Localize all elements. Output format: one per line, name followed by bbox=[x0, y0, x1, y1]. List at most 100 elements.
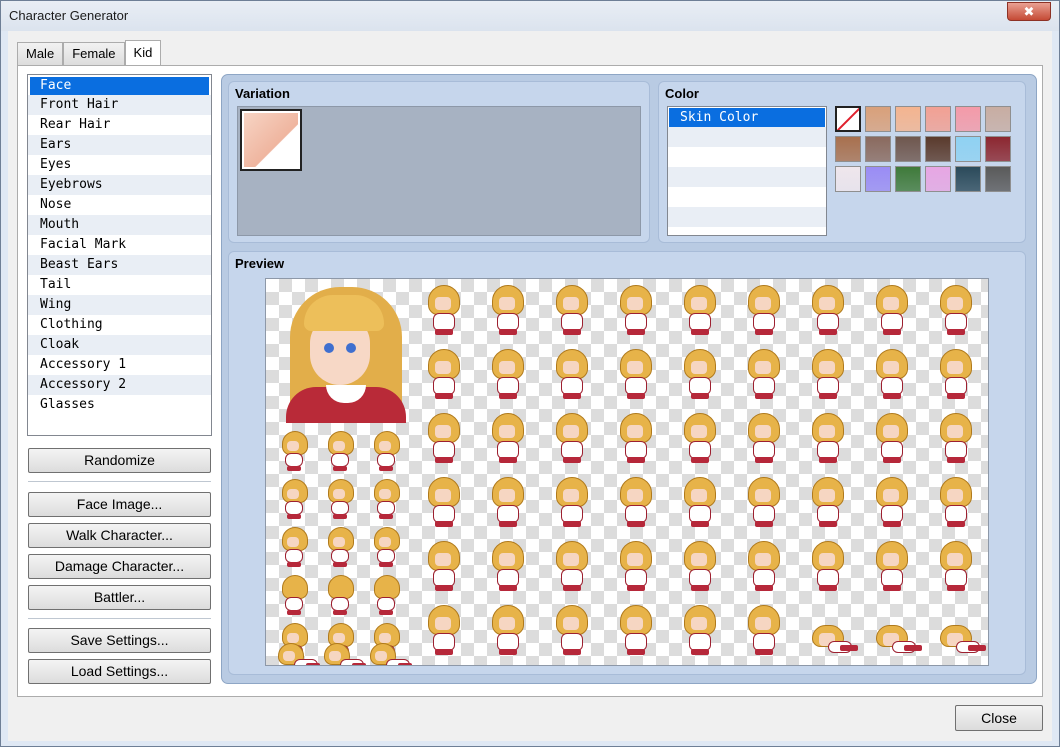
part-item[interactable]: Front Hair bbox=[28, 95, 211, 115]
sprite-frame bbox=[370, 527, 402, 567]
sprite-frame bbox=[278, 575, 310, 615]
part-item[interactable]: Tail bbox=[28, 275, 211, 295]
sprite-frame bbox=[680, 477, 720, 527]
sprite-frame bbox=[680, 413, 720, 463]
sprite-frame bbox=[424, 285, 464, 335]
separator bbox=[28, 618, 211, 619]
sprite-frame bbox=[274, 623, 320, 665]
part-item[interactable]: Cloak bbox=[28, 335, 211, 355]
part-item[interactable]: Face bbox=[30, 77, 209, 95]
color-swatch[interactable] bbox=[985, 106, 1011, 132]
sprite-frame bbox=[324, 479, 356, 519]
part-item[interactable]: Nose bbox=[28, 195, 211, 215]
color-swatch[interactable] bbox=[895, 136, 921, 162]
close-button[interactable]: Close bbox=[955, 705, 1043, 731]
sprite-frame bbox=[616, 605, 656, 655]
variation-grid bbox=[237, 106, 641, 236]
tab-female[interactable]: Female bbox=[63, 42, 125, 66]
sprite-frame bbox=[808, 285, 848, 335]
sprite-frame bbox=[936, 285, 976, 335]
face-image-button[interactable]: Face Image... bbox=[28, 492, 211, 517]
character-generator-window: Character Generator ✖ Male Female Kid Fa… bbox=[0, 0, 1060, 747]
color-swatch[interactable] bbox=[895, 166, 921, 192]
sprite-frame bbox=[808, 413, 848, 463]
sprite-frame bbox=[680, 605, 720, 655]
sprite-frame bbox=[680, 349, 720, 399]
color-swatch[interactable] bbox=[925, 106, 951, 132]
preview-title: Preview bbox=[235, 256, 285, 271]
color-list[interactable]: Skin Color bbox=[667, 106, 827, 236]
part-item[interactable]: Facial Mark bbox=[28, 235, 211, 255]
sprite-frame bbox=[552, 285, 592, 335]
client-area: Male Female Kid Face Front Hair Rear Hair E… bbox=[8, 31, 1052, 741]
color-swatch-grid bbox=[835, 106, 1015, 192]
sprite-frame bbox=[872, 605, 922, 655]
tab-male[interactable]: Male bbox=[17, 42, 64, 66]
color-swatch[interactable] bbox=[955, 136, 981, 162]
preview-canvas bbox=[265, 278, 989, 666]
color-swatch[interactable] bbox=[895, 106, 921, 132]
sprite-frame bbox=[936, 605, 986, 655]
part-item[interactable]: Eyebrows bbox=[28, 175, 211, 195]
part-item[interactable]: Clothing bbox=[28, 315, 211, 335]
sprite-frame bbox=[872, 413, 912, 463]
load-settings-button[interactable]: Load Settings... bbox=[28, 659, 211, 684]
color-list-item[interactable] bbox=[668, 147, 826, 167]
sprite-frame bbox=[424, 413, 464, 463]
part-item[interactable]: Glasses bbox=[28, 395, 211, 415]
variation-thumbnail-selected[interactable] bbox=[240, 109, 302, 171]
sprite-frame bbox=[324, 575, 356, 615]
sprite-frame bbox=[278, 431, 310, 471]
part-item[interactable]: Wing bbox=[28, 295, 211, 315]
save-settings-button[interactable]: Save Settings... bbox=[28, 628, 211, 653]
color-swatch[interactable] bbox=[985, 166, 1011, 192]
color-swatch[interactable] bbox=[955, 166, 981, 192]
sprite-frame bbox=[936, 541, 976, 591]
color-panel: Color Skin Color bbox=[658, 81, 1026, 243]
part-item[interactable]: Accessory 1 bbox=[28, 355, 211, 375]
sprite-frame bbox=[872, 541, 912, 591]
sprite-frame bbox=[488, 285, 528, 335]
color-swatch[interactable] bbox=[925, 136, 951, 162]
color-list-item[interactable] bbox=[668, 187, 826, 207]
sprite-frame bbox=[488, 349, 528, 399]
sprite-frame bbox=[616, 413, 656, 463]
no-color-swatch[interactable] bbox=[835, 106, 861, 132]
window-title: Character Generator bbox=[9, 8, 129, 23]
sprite-frame bbox=[424, 477, 464, 527]
sprite-frame bbox=[616, 285, 656, 335]
damage-character-button[interactable]: Damage Character... bbox=[28, 554, 211, 579]
preview-panel: Preview bbox=[228, 251, 1026, 675]
window-close-button[interactable]: ✖ bbox=[1007, 2, 1051, 21]
part-item[interactable]: Ears bbox=[28, 135, 211, 155]
color-swatch[interactable] bbox=[865, 166, 891, 192]
part-item[interactable]: Eyes bbox=[28, 155, 211, 175]
color-swatch[interactable] bbox=[835, 166, 861, 192]
part-item[interactable]: Rear Hair bbox=[28, 115, 211, 135]
color-list-item[interactable]: Skin Color bbox=[669, 108, 825, 127]
sprite-frame bbox=[744, 605, 784, 655]
color-swatch[interactable] bbox=[865, 136, 891, 162]
walk-character-button[interactable]: Walk Character... bbox=[28, 523, 211, 548]
part-item[interactable]: Mouth bbox=[28, 215, 211, 235]
color-list-item[interactable] bbox=[668, 207, 826, 227]
tab-panel-kid: Face Front Hair Rear Hair Ears Eyes Eyebrows N… bbox=[17, 65, 1043, 697]
tab-kid[interactable]: Kid bbox=[124, 40, 162, 66]
part-item[interactable]: Beast Ears bbox=[28, 255, 211, 275]
battler-button[interactable]: Battler... bbox=[28, 585, 211, 610]
sprite-frame bbox=[278, 479, 310, 519]
color-swatch[interactable] bbox=[985, 136, 1011, 162]
color-list-item[interactable] bbox=[668, 127, 826, 147]
sprite-frame bbox=[744, 541, 784, 591]
color-swatch[interactable] bbox=[835, 136, 861, 162]
color-list-item[interactable] bbox=[668, 167, 826, 187]
color-swatch[interactable] bbox=[865, 106, 891, 132]
sprite-frame bbox=[324, 431, 356, 471]
color-swatch[interactable] bbox=[925, 166, 951, 192]
part-item[interactable]: Accessory 2 bbox=[28, 375, 211, 395]
sprite-frame bbox=[744, 285, 784, 335]
sprite-frame bbox=[552, 541, 592, 591]
parts-list[interactable]: Face Front Hair Rear Hair Ears Eyes Eyebrows N… bbox=[27, 74, 212, 436]
randomize-button[interactable]: Randomize bbox=[28, 448, 211, 473]
color-swatch[interactable] bbox=[955, 106, 981, 132]
